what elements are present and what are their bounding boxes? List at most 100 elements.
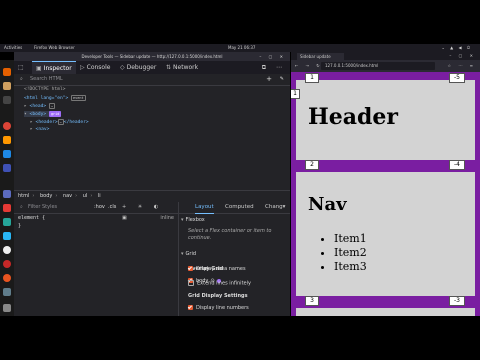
breadcrumb-item[interactable]: nav [63,193,72,199]
page-viewport: Header Nav Item1 Item2 Item3 1 -5 1 2 -4… [291,72,480,316]
tab-label: Inspector [43,65,72,72]
app-dock-icon[interactable] [3,232,11,240]
window-controls[interactable]: – ▢ ✕ [449,52,476,60]
inspector-icon: ▣ [36,65,42,72]
files-dock-icon[interactable] [3,82,11,90]
list-item: Item2 [334,246,367,260]
display-settings-heading: Grid Display Settings [188,293,248,299]
tab-changes[interactable]: Chang▾ [265,202,285,213]
option-label: Display line numbers [196,305,249,311]
breadcrumb-item[interactable]: body [40,193,52,199]
ubuntu-dock-icon[interactable] [3,274,11,282]
breadcrumb-separator: › [55,193,58,199]
grid-line-number: -3 [449,296,465,306]
devtools-toolbar: ⬚ ▣ Inspector ▷ Console ◇ Debugger ⇅ Network… [14,61,290,75]
app-dock-icon[interactable] [3,204,11,212]
page-header: Header [308,104,399,130]
tab-network[interactable]: ⇅ Network [166,61,198,74]
eyedropper-icon[interactable]: ✎ [280,74,284,85]
window-controls[interactable]: – ▢ ✕ [259,52,286,61]
event-badge[interactable]: event [71,95,86,101]
tab-layout[interactable]: Layout [195,202,214,214]
markup-line-selected[interactable]: ▾ <body> grid [24,111,62,117]
grid-badge[interactable]: grid [48,111,62,117]
extend-lines-option[interactable]: Extend lines infinitely [188,280,251,287]
add-node-icon[interactable]: + [266,74,272,85]
toolbar-options[interactable]: ⧉ ⋯ [262,61,286,74]
app-dock-icon[interactable] [3,260,11,268]
header-tag: <header> [35,120,58,125]
network-icon: ⇅ [166,64,172,71]
html-tag: <html lang="en"> [24,96,69,101]
app-dock-icon[interactable] [3,246,11,254]
show-apps-icon[interactable] [3,304,11,312]
option-label: Display area names [196,266,246,272]
devtools-title-bar: Developer Tools — Sidebar update — http:… [14,52,290,61]
tab-inspector[interactable]: ▣ Inspector [32,61,76,75]
markup-line[interactable]: <!DOCTYPE html> [24,87,66,92]
browser-window: Sidebar update – ▢ ✕ ← → ↻ 127.0.0.1:500… [291,52,480,316]
hover-states-button[interactable]: :hov [94,202,105,213]
vscode-dock-icon[interactable] [3,150,11,158]
grid-line-number: 2 [305,160,319,170]
breadcrumb-item[interactable]: html [18,193,29,199]
search-html-input[interactable]: Search HTML [30,74,63,85]
letterbox-bottom [0,316,480,360]
breadcrumb-item[interactable]: ul [83,193,88,199]
nav-buttons[interactable]: ← → ↻ [295,60,323,72]
grid-line-number: 1 [305,73,319,83]
chevron-down-icon: ▾ [181,217,184,223]
app-dock-icon[interactable] [3,190,11,198]
classes-button[interactable]: .cls [108,202,116,213]
flexbox-section-header[interactable]: ▾ Flexbox [181,217,205,223]
flexbox-title: Flexbox [185,217,205,223]
filter-styles-input[interactable]: Filter Styles [28,202,57,213]
tab-label: Console [86,64,111,71]
markup-line[interactable]: ▸ <header>… </header> [30,119,89,125]
tab-console[interactable]: ▷ Console [80,61,110,74]
clock[interactable]: May 21 06:37 [228,44,255,52]
breadcrumb-item[interactable]: li [98,193,101,199]
list-item: Item1 [334,232,367,246]
extend-lines-checkbox[interactable] [188,280,194,286]
sidebar-tabs: Layout Computed Chang▾ [179,202,290,214]
markup-line[interactable]: <html lang="en"> event [24,95,86,101]
markup-line[interactable]: ▸ <nav> [30,127,49,132]
grid-line-number: 3 [305,296,319,306]
grid-line-number: -5 [449,73,465,83]
grid-section-header[interactable]: ▾ Grid [181,251,196,257]
terminal-dock-icon[interactable] [3,96,11,104]
system-tray[interactable]: ⌄ ▲ ◀ ⏻ [442,44,472,52]
nav-tag: <nav> [35,127,50,132]
trash-dock-icon[interactable] [3,288,11,296]
app-dock-icon[interactable] [3,164,11,172]
firefox-dock-icon[interactable] [3,68,11,76]
pick-element-icon[interactable]: ⬚ [18,61,24,74]
devtools-window: Developer Tools — Sidebar update — http:… [14,52,290,316]
browser-tab[interactable]: Sidebar update [297,53,344,60]
markup-line[interactable]: ▸ <head> … [24,103,56,109]
sublime-dock-icon[interactable] [3,136,11,144]
app-menu[interactable]: Firefox Web Browser [34,44,75,52]
activities-button[interactable]: Activities [4,44,22,52]
grid-line-number: 1 [291,89,300,99]
nav-list: Item1 Item2 Item3 [318,232,367,274]
line-numbers-checkbox[interactable] [188,305,193,310]
tab-label: Network [173,64,199,71]
system-top-bar: Activities Firefox Web Browser May 21 06… [0,44,480,52]
app-dock-icon[interactable] [3,218,11,226]
rules-pane: ⌕ Filter Styles :hov .cls + ☀ ◐ ▣ elemen… [14,202,179,316]
main-area [296,308,475,316]
toolbar-icons[interactable]: ☆ ⋯ ≡ [448,60,476,72]
line-numbers-option[interactable]: Display line numbers [188,305,249,311]
area-names-option[interactable]: Display area names [188,266,246,272]
tab-label: Debugger [126,64,157,71]
url-bar[interactable]: 127.0.0.1:5000/index.html [321,62,435,70]
nav-area: Nav Item1 Item2 Item3 [296,172,475,296]
tab-computed[interactable]: Computed [225,202,254,213]
chrome-dock-icon[interactable] [3,122,11,130]
area-names-checkbox[interactable] [188,266,193,271]
collapsed-badge[interactable]: … [48,103,56,109]
element-rule[interactable]: element { [18,215,45,221]
tab-debugger[interactable]: ◇ Debugger [120,61,156,74]
